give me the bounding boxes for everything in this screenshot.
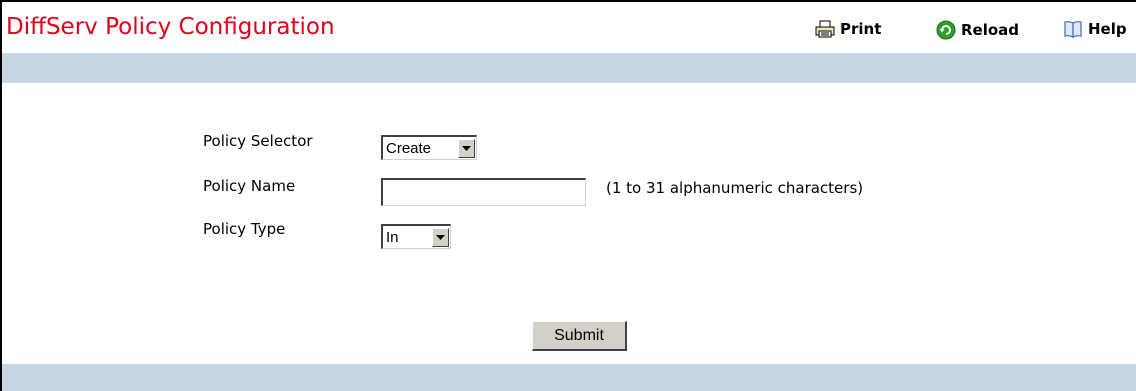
policy-selector-value: Create [386, 139, 432, 157]
page-frame: DiffServ Policy Configuration Print Relo… [0, 0, 1136, 391]
print-button[interactable]: Print [815, 20, 881, 38]
print-label: Print [840, 20, 882, 38]
policy-type-label: Policy Type [203, 220, 286, 238]
policy-name-input[interactable] [381, 178, 586, 206]
help-button[interactable]: Help [1063, 20, 1127, 38]
policy-selector-dropdown[interactable]: Create [381, 135, 477, 160]
reload-icon [936, 20, 956, 40]
book-icon [1064, 21, 1082, 38]
chevron-down-icon [432, 227, 449, 247]
policy-type-value: In [386, 228, 399, 246]
header-bar [2, 53, 1136, 83]
reload-button[interactable]: Reload [936, 20, 1019, 40]
page-header: DiffServ Policy Configuration Print Relo… [2, 2, 1136, 54]
policy-name-label: Policy Name [203, 177, 296, 195]
chevron-down-icon [458, 138, 475, 158]
submit-button[interactable]: Submit [532, 321, 627, 351]
reload-label: Reload [961, 21, 1020, 39]
help-label: Help [1088, 20, 1127, 38]
printer-icon [815, 20, 835, 38]
page-title: DiffServ Policy Configuration [6, 14, 335, 40]
policy-selector-label: Policy Selector [203, 132, 313, 150]
policy-name-hint: (1 to 31 alphanumeric characters) [606, 179, 864, 197]
footer-bar [2, 364, 1136, 391]
policy-type-dropdown[interactable]: In [381, 224, 451, 249]
